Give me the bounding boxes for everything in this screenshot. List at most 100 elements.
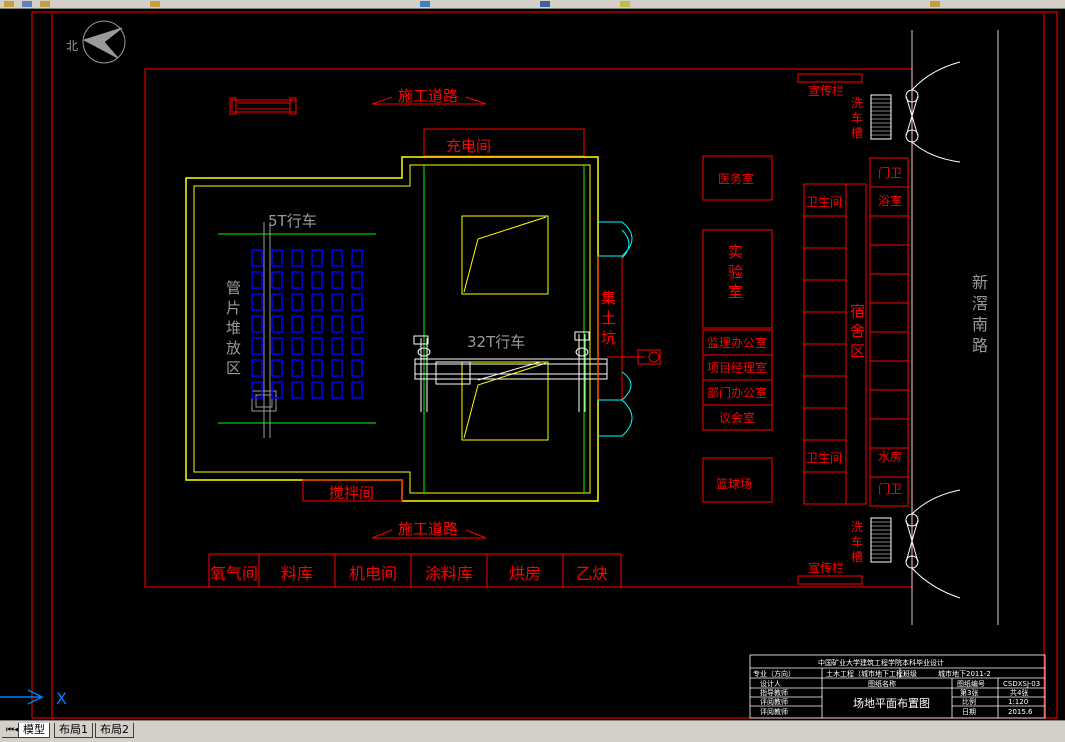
- svg-text:路: 路: [972, 336, 988, 355]
- svg-text:室: 室: [728, 283, 743, 301]
- pipe-segment: [271, 337, 283, 355]
- station-inner: [193, 164, 591, 494]
- paste-icon[interactable]: [150, 1, 160, 7]
- pipe-segment: [331, 337, 343, 355]
- pipe-segment: [291, 359, 303, 377]
- dorm-room: [803, 471, 847, 505]
- tab-model[interactable]: 模型: [18, 723, 50, 738]
- dorm-room: [803, 375, 847, 409]
- pipe-segment: [291, 337, 303, 355]
- pipe-segment: [331, 271, 343, 289]
- layer-icon[interactable]: [620, 1, 630, 7]
- sump: [597, 255, 623, 401]
- svg-text:滘: 滘: [972, 294, 988, 313]
- pipe-area-label: 管 片 堆 放 区: [226, 279, 241, 377]
- ucs-icon: X: [0, 689, 67, 708]
- office-label: 项目经理室: [707, 360, 767, 375]
- svg-text:第3张: 第3张: [960, 688, 978, 697]
- svg-text:CSDXSJ-03: CSDXSJ-03: [1003, 680, 1040, 688]
- open-icon[interactable]: [4, 1, 14, 7]
- bottom-room-label: 氧气间: [210, 564, 258, 583]
- svg-text:指导教师: 指导教师: [760, 688, 788, 697]
- svg-text:舍: 舍: [850, 322, 865, 340]
- office-block: 监理办公室项目经理室部门办公室议会室: [702, 329, 773, 431]
- office-label: 议会室: [719, 410, 755, 425]
- tool-icon[interactable]: [930, 1, 940, 7]
- pipe-segment: [351, 249, 363, 267]
- pipe-segment: [351, 293, 363, 311]
- svg-text:宿: 宿: [850, 302, 865, 320]
- pipe-segment: [331, 381, 343, 399]
- pipe-segment: [251, 293, 263, 311]
- svg-text:放: 放: [226, 339, 241, 357]
- svg-text:洗: 洗: [851, 96, 863, 110]
- pipe-segment: [311, 337, 323, 355]
- pipe-segment: [351, 271, 363, 289]
- pipe-segment: [251, 381, 263, 399]
- board-top-label: 宣传栏: [808, 83, 844, 98]
- crane-32t-label: 32T行车: [467, 333, 525, 351]
- north-arrow-icon: 北: [66, 20, 126, 64]
- pipe-segment: [251, 271, 263, 289]
- svg-text:评阅教师: 评阅教师: [760, 697, 788, 706]
- pipe-segment: [331, 315, 343, 333]
- dorm-room: [803, 247, 847, 281]
- tab-layout1[interactable]: 布局1: [54, 723, 93, 738]
- pipe-segment: [251, 249, 263, 267]
- dorm-room: [803, 343, 847, 377]
- svg-text:图纸名称: 图纸名称: [868, 679, 896, 688]
- board-top: [797, 73, 863, 83]
- svg-text:槽: 槽: [851, 550, 863, 564]
- toilet-top-label: 卫生间: [806, 195, 842, 209]
- svg-text:2015.6: 2015.6: [1008, 708, 1033, 716]
- svg-text:南: 南: [972, 315, 988, 334]
- svg-text:新: 新: [972, 273, 988, 292]
- pipe-segment: [311, 249, 323, 267]
- svg-text:车: 车: [851, 110, 863, 125]
- wash-trough: [870, 94, 892, 140]
- shaft-top: [461, 215, 549, 295]
- svg-text:比例: 比例: [962, 697, 976, 706]
- pipe-segment: [291, 381, 303, 399]
- toilet-bottom-label: 卫生间: [806, 451, 842, 465]
- pipe-segment: [311, 271, 323, 289]
- gate-room: [869, 215, 909, 246]
- zoom-icon[interactable]: [420, 1, 430, 7]
- dorm-room: [803, 215, 847, 249]
- svg-text:评阅教师: 评阅教师: [760, 707, 788, 716]
- bottom-room-label: 涂料库: [425, 564, 473, 583]
- pipe-segment: [291, 315, 303, 333]
- svg-text:设计人: 设计人: [760, 679, 781, 688]
- tab-layout2[interactable]: 布局2: [95, 723, 134, 738]
- svg-text:车: 车: [851, 534, 863, 549]
- drawing-canvas[interactable]: 北 施工道路 充电间 5T行车 管 片 堆 放 区 32T行车 集 土 坑 搅拌…: [0, 8, 1065, 720]
- pipe-segment: [351, 337, 363, 355]
- gate-room: [869, 244, 909, 275]
- svg-text:图纸编号: 图纸编号: [957, 679, 985, 688]
- properties-icon[interactable]: [540, 1, 550, 7]
- print-icon[interactable]: [40, 1, 50, 7]
- svg-text:班级: 班级: [903, 669, 917, 678]
- wash-bottom-label: 洗 车 槽: [851, 520, 863, 564]
- pipe-segment: [271, 359, 283, 377]
- wash-top-label: 洗 车 槽: [851, 96, 863, 140]
- gate-room: [869, 418, 909, 449]
- dorm-room: [803, 279, 847, 313]
- board-bottom: [797, 575, 863, 585]
- bottom-room-label: 烘房: [509, 564, 541, 583]
- drawing-title: 场地平面布置图: [853, 696, 930, 710]
- pipe-segment: [331, 293, 343, 311]
- pipe-segment: [271, 381, 283, 399]
- gate-room: [869, 331, 909, 362]
- water-room-label: 水房: [878, 449, 902, 464]
- medical-room-label: 医务室: [718, 171, 754, 186]
- pipe-segment: [311, 293, 323, 311]
- crane-5t-label: 5T行车: [268, 212, 317, 230]
- board-bottom-label: 宣传栏: [808, 560, 844, 575]
- pipe-segment: [351, 359, 363, 377]
- save-icon[interactable]: [22, 1, 32, 7]
- pipe-segment: [351, 315, 363, 333]
- road-right-label: 新 滘 南 路: [972, 273, 988, 355]
- pipe-segment: [251, 337, 263, 355]
- svg-text:洗: 洗: [851, 520, 863, 534]
